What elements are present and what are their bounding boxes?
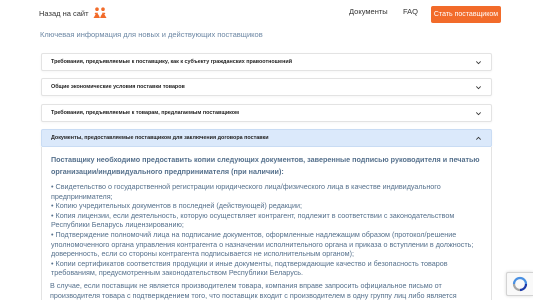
accordion-title: Документы, предоставляемые поставщиком д…: [51, 135, 269, 141]
accordion-title: Общие экономические условия поставки тов…: [51, 84, 185, 90]
become-supplier-button[interactable]: Стать поставщиком: [431, 6, 501, 23]
accordion-title: Требования, предъявляемые к поставщику, …: [51, 59, 293, 65]
accordion-item-goods-requirements[interactable]: Требования, предъявляемые к товарам, пре…: [41, 104, 492, 122]
list-item: Копию учредительных документов в последн…: [51, 201, 491, 211]
nav-documents[interactable]: Документы: [349, 7, 388, 16]
back-to-site-link[interactable]: Назад на сайт: [39, 9, 89, 18]
accordion-panel-contract-documents: Поставщику необходимо предоставить копии…: [41, 147, 492, 300]
panel-lead-text: Поставщику необходимо предоставить копии…: [51, 155, 480, 176]
chevron-down-icon: [476, 86, 481, 90]
accordion-item-economic-terms[interactable]: Общие экономические условия поставки тов…: [41, 78, 492, 96]
accordion-item-supplier-requirements[interactable]: Требования, предъявляемые к поставщику, …: [41, 53, 492, 71]
panel-note-text: В случае, если поставщик не является про…: [50, 281, 457, 300]
document-list: Свидетельство о государственной регистра…: [51, 182, 491, 278]
chevron-down-icon: [476, 112, 481, 116]
top-header: Назад на сайт Документы FAQ Стать постав…: [0, 0, 533, 30]
chevron-down-icon: [476, 61, 481, 65]
accordion-title: Требования, предъявляемые к товарам, пре…: [51, 110, 240, 116]
list-item: Копия лицензии, если деятельность, котор…: [51, 211, 491, 230]
page-subtitle: Ключевая информация для новых и действую…: [40, 30, 263, 39]
recaptcha-badge[interactable]: [506, 272, 533, 296]
chevron-up-icon: [476, 136, 481, 140]
nav-faq[interactable]: FAQ: [403, 7, 418, 16]
list-item: Копии сертификатов соответствия продукци…: [51, 259, 491, 278]
people-logo-icon[interactable]: [93, 7, 107, 19]
recaptcha-icon: [512, 276, 528, 292]
list-item: Свидетельство о государственной регистра…: [51, 182, 491, 201]
list-item: Подтверждение полномочий лица на подписа…: [51, 230, 491, 259]
accordion-item-contract-documents[interactable]: Документы, предоставляемые поставщиком д…: [41, 129, 492, 147]
